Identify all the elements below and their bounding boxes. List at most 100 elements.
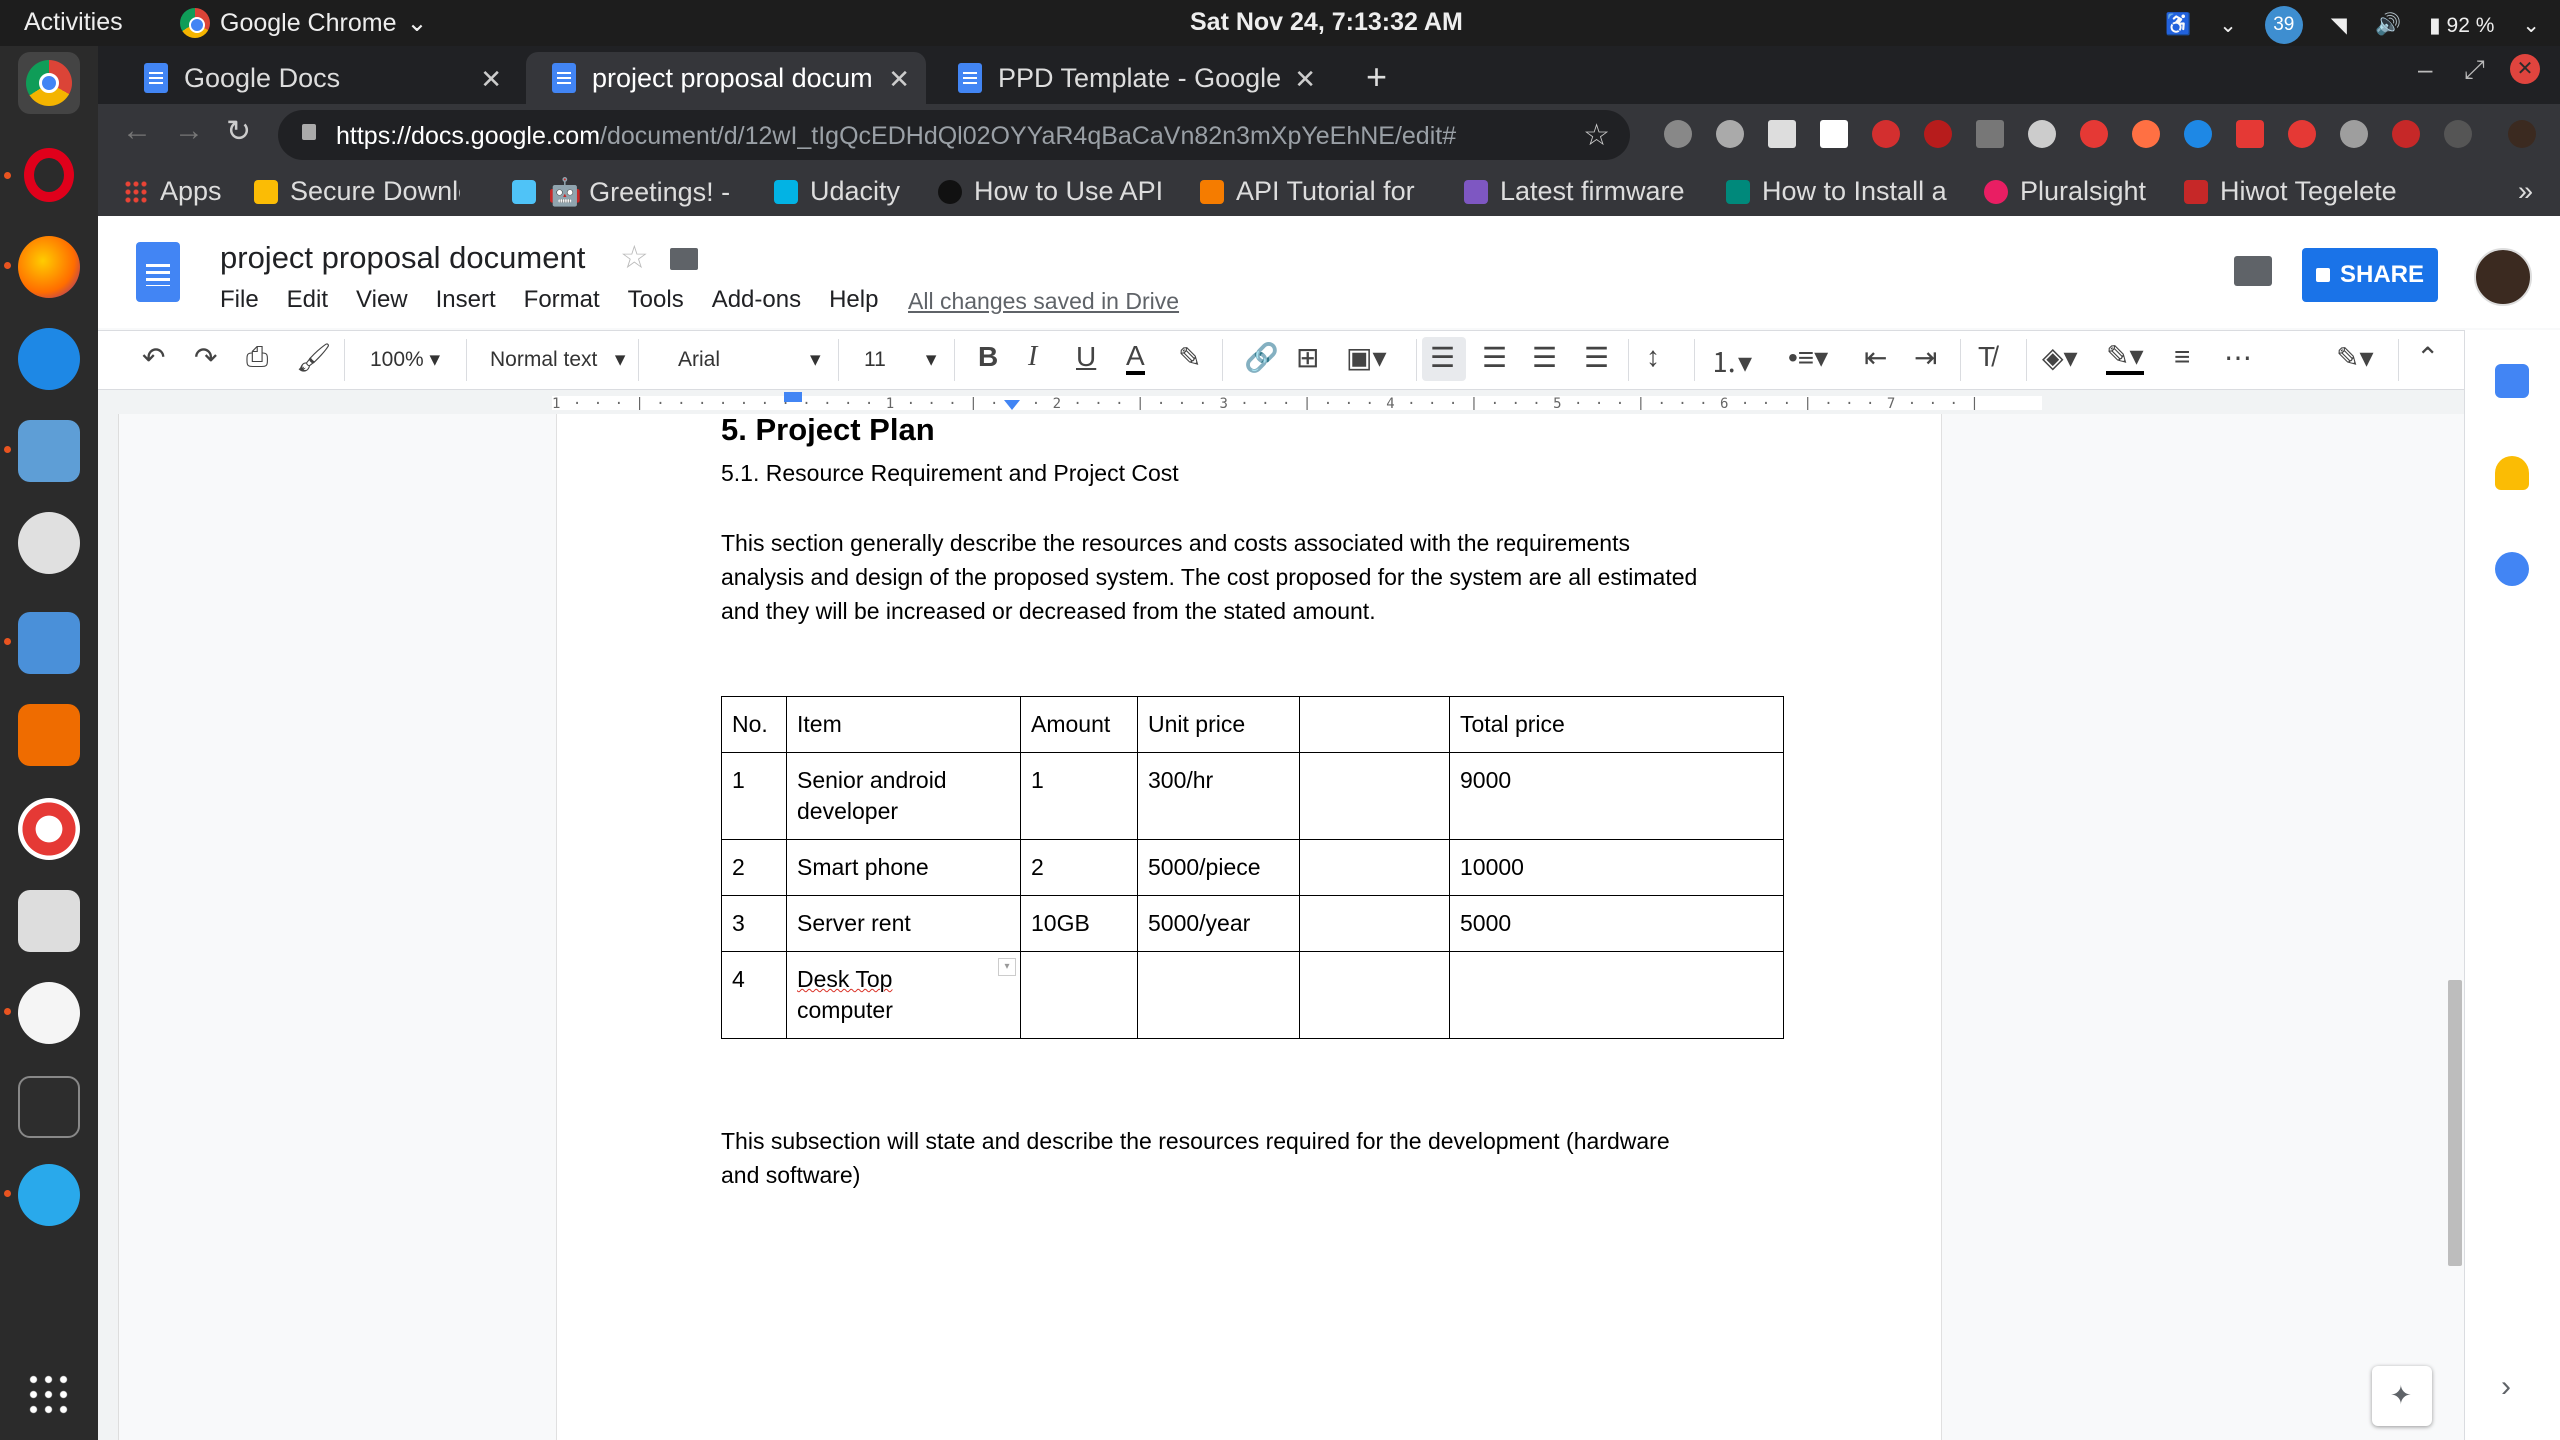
comments-icon[interactable] — [2234, 256, 2272, 286]
table-cell[interactable]: 300/hr — [1137, 752, 1300, 840]
close-icon[interactable]: ✕ — [888, 64, 910, 95]
menu-format[interactable]: Format — [524, 286, 600, 314]
border-color-icon[interactable]: ✎▾ — [2106, 341, 2144, 375]
forward-button[interactable]: → — [174, 114, 204, 148]
intro-paragraph[interactable]: This section generally describe the reso… — [721, 526, 1801, 628]
star-icon[interactable]: ☆ — [620, 238, 649, 276]
document-scrollbar[interactable] — [2448, 980, 2462, 1266]
bookmark-udacity[interactable]: Udacity — [774, 176, 900, 207]
italic-icon[interactable]: I — [1028, 341, 1037, 373]
minimize-button[interactable]: – — [2418, 54, 2432, 85]
dock-rhythmbox-icon[interactable] — [18, 512, 80, 574]
bookmark-latest-firmware[interactable]: Latest firmware — [1464, 176, 1696, 207]
extension-icon[interactable] — [1820, 120, 1848, 148]
font-size-select[interactable]: 11 ▾ — [864, 347, 936, 372]
dock-telegram-icon[interactable] — [18, 1164, 80, 1226]
share-button[interactable]: SHARE — [2302, 248, 2438, 302]
folder-icon[interactable] — [670, 248, 698, 270]
link-icon[interactable]: 🔗 — [1244, 341, 1279, 374]
line-spacing-icon[interactable]: ↕ — [1646, 341, 1660, 373]
table-cell[interactable] — [1020, 951, 1138, 1039]
bookmark-star-icon[interactable]: ☆ — [1583, 118, 1610, 153]
extension-icon[interactable] — [1768, 120, 1796, 148]
close-icon[interactable]: ✕ — [1294, 64, 1316, 95]
indent-marker-icon[interactable] — [784, 392, 802, 402]
collapse-toolbar-icon[interactable]: ⌃ — [2416, 341, 2439, 374]
insert-image-icon[interactable]: ▣▾ — [1346, 341, 1387, 374]
decrease-indent-icon[interactable]: ⇤ — [1864, 341, 1887, 374]
keep-icon[interactable] — [2495, 456, 2529, 490]
dock-files-icon[interactable] — [18, 420, 80, 482]
dock-terminal-icon[interactable] — [18, 1076, 80, 1138]
chevron-right-icon[interactable]: › — [2501, 1370, 2511, 1404]
align-left-icon[interactable]: ☰ — [1430, 341, 1455, 374]
editing-mode-icon[interactable]: ✎▾ — [2336, 341, 2374, 374]
dock-help-icon[interactable] — [18, 798, 80, 860]
print-icon[interactable]: ⎙ — [246, 341, 268, 374]
close-window-button[interactable]: ✕ — [2510, 54, 2540, 84]
table-cell[interactable] — [1299, 895, 1450, 952]
save-status-link[interactable]: All changes saved in Drive — [908, 288, 1179, 315]
misspelled-text[interactable]: Desk Top — [797, 966, 892, 992]
show-apps-icon[interactable] — [26, 1372, 70, 1416]
style-select[interactable]: Normal text ▾ — [490, 347, 625, 372]
table-cell[interactable]: 5000/year — [1137, 895, 1300, 952]
table-cell[interactable]: Senior android developer — [786, 752, 1021, 840]
extension-icon[interactable] — [2080, 120, 2108, 148]
bookmark-apps[interactable]: Apps — [124, 176, 222, 207]
dock-thunderbird-icon[interactable] — [18, 328, 80, 390]
numbered-list-icon[interactable]: ⒈▾ — [1710, 341, 1752, 381]
table-cell-item-active[interactable]: Desk Top computer ▾ — [786, 951, 1021, 1039]
table-cell[interactable] — [1449, 951, 1784, 1039]
account-avatar[interactable] — [2474, 248, 2532, 306]
section-heading[interactable]: 5. Project Plan — [721, 414, 935, 448]
table-cell[interactable]: 10000 — [1449, 839, 1784, 896]
table-cell[interactable] — [1299, 839, 1450, 896]
dock-opera-icon[interactable] — [18, 144, 80, 206]
accessibility-icon[interactable]: ♿ — [2165, 13, 2191, 37]
back-button[interactable]: ← — [122, 114, 152, 148]
tab-project-proposal[interactable]: project proposal docum ✕ — [526, 52, 926, 104]
dock-firefox-icon[interactable] — [18, 236, 80, 298]
document-canvas[interactable]: 5. Project Plan 5.1. Resource Requiremen… — [120, 414, 2464, 1440]
document-page[interactable]: 5. Project Plan 5.1. Resource Requiremen… — [556, 414, 1942, 1440]
extension-icon[interactable] — [2288, 120, 2316, 148]
explore-button[interactable]: ✦ — [2372, 1366, 2432, 1426]
cost-table[interactable]: No. Item Amount Unit price Total price 1… — [721, 696, 1784, 1039]
menu-view[interactable]: View — [356, 286, 408, 314]
bulleted-list-icon[interactable]: •≡▾ — [1788, 341, 1828, 374]
align-center-icon[interactable]: ☰ — [1482, 341, 1507, 374]
table-header-cell[interactable]: Unit price — [1137, 696, 1300, 753]
bookmark-api-tutorial[interactable]: API Tutorial for — [1200, 176, 1426, 207]
extension-yab-icon[interactable] — [2392, 120, 2420, 148]
tab-google-docs[interactable]: Google Docs ✕ — [118, 52, 518, 104]
extension-icon[interactable] — [1716, 120, 1744, 148]
resources-paragraph[interactable]: This subsection will state and describe … — [721, 1124, 1801, 1192]
justify-icon[interactable]: ☰ — [1584, 341, 1609, 374]
zoom-select[interactable]: 100% ▾ — [370, 347, 440, 372]
underline-icon[interactable]: U — [1076, 341, 1096, 373]
tab-ppd-template[interactable]: PPD Template - Google ✕ — [932, 52, 1332, 104]
system-tray[interactable]: ♿ ⌄ 39 ◥ 🔊 ▮ 92 % ⌄ — [2165, 6, 2540, 44]
bookmark-hiwot-tegelete[interactable]: Hiwot Tegelete — [2184, 176, 2410, 207]
bookmark-how-to-use-api[interactable]: How to Use API — [938, 176, 1164, 207]
table-cell[interactable]: 3 — [721, 895, 787, 952]
border-dash-icon[interactable]: ⋯ — [2224, 341, 2252, 374]
table-cell[interactable] — [1299, 951, 1450, 1039]
table-cell[interactable]: 2 — [721, 839, 787, 896]
bookmarks-overflow-button[interactable]: » — [2518, 176, 2533, 207]
menu-edit[interactable]: Edit — [287, 286, 328, 314]
docs-home-icon[interactable] — [136, 242, 180, 302]
extension-icon[interactable] — [1924, 120, 1952, 148]
table-cell[interactable]: 4 — [721, 951, 787, 1039]
new-tab-button[interactable]: + — [1366, 56, 1387, 98]
table-cell[interactable]: 10GB — [1020, 895, 1138, 952]
highlight-icon[interactable]: ✎ — [1178, 341, 1201, 374]
undo-icon[interactable]: ↶ — [142, 341, 165, 374]
table-header-cell[interactable] — [1299, 696, 1450, 753]
dock-chrome-icon[interactable] — [18, 52, 80, 114]
table-cell[interactable]: 1 — [1020, 752, 1138, 840]
table-cell[interactable]: 9000 — [1449, 752, 1784, 840]
clock[interactable]: Sat Nov 24, 7:13:32 AM — [1190, 8, 1463, 37]
dock-image-viewer-icon[interactable] — [18, 612, 80, 674]
